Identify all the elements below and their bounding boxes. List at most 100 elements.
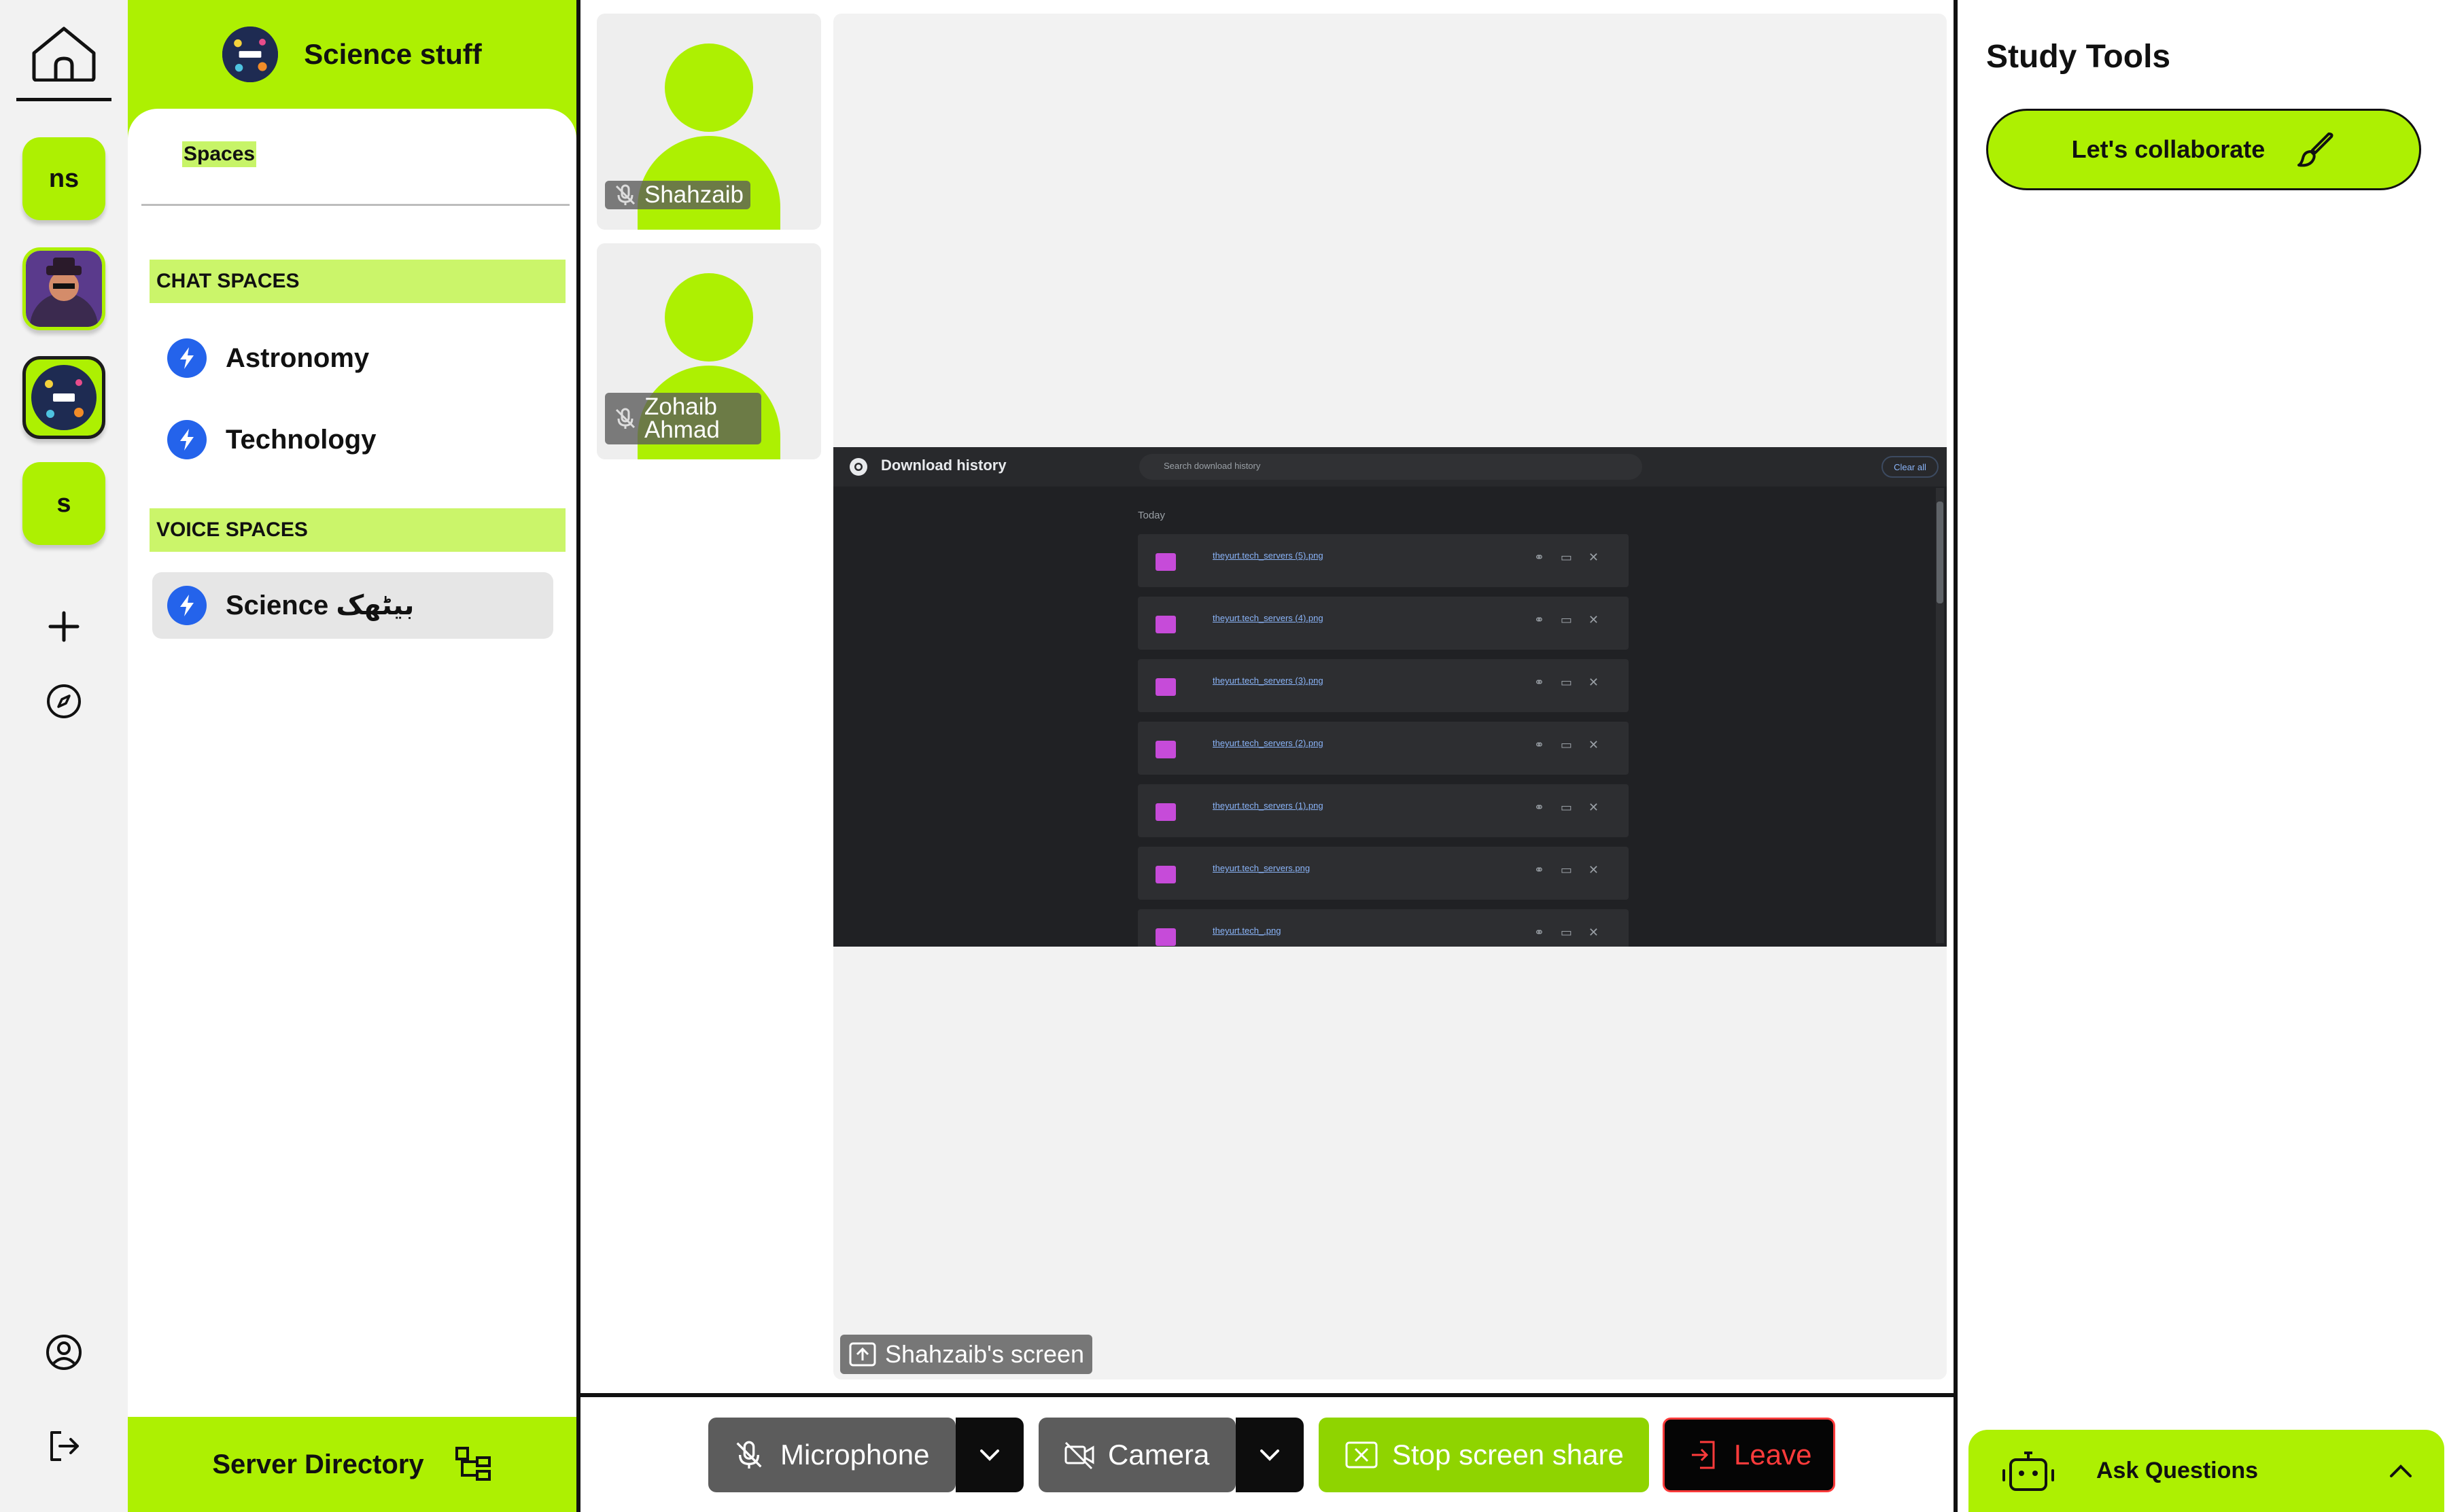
server-sidebar: Science stuff Spaces CHAT SPACES Astrono… bbox=[128, 0, 576, 1512]
share-window-title: Download history bbox=[881, 457, 1007, 474]
screen-owner-label: Shahzaib's screen bbox=[885, 1340, 1085, 1368]
image-file-icon bbox=[1156, 866, 1176, 883]
share-scrollbar bbox=[1936, 488, 1944, 943]
server-directory-button[interactable]: Server Directory bbox=[128, 1417, 576, 1512]
download-actions: ⚭▭✕ bbox=[1533, 801, 1615, 814]
avatar-head bbox=[665, 273, 753, 362]
ask-questions-label: Ask Questions bbox=[2096, 1458, 2259, 1483]
download-actions: ⚭▭✕ bbox=[1533, 926, 1615, 939]
mic-muted-icon bbox=[736, 1441, 762, 1469]
science-server-button[interactable] bbox=[22, 356, 105, 439]
chevron-down-icon bbox=[980, 1449, 999, 1461]
server-directory-label: Server Directory bbox=[212, 1449, 424, 1479]
screen-owner-tag: Shahzaib's screen bbox=[840, 1335, 1093, 1374]
microphone-options-button[interactable] bbox=[956, 1418, 1024, 1492]
collaborate-button[interactable]: Let's collaborate bbox=[1986, 109, 2421, 190]
screen-share-icon bbox=[849, 1342, 876, 1367]
bolt-icon bbox=[167, 420, 207, 459]
server-title: Science stuff bbox=[304, 38, 482, 70]
download-actions: ⚭▭✕ bbox=[1533, 550, 1615, 564]
channel-label: Science بیٹھک bbox=[226, 591, 415, 620]
camera-options-button[interactable] bbox=[1236, 1418, 1304, 1492]
participant-name: Shahzaib bbox=[644, 181, 744, 208]
download-filename: theyurt.tech_.png bbox=[1213, 926, 1281, 936]
download-filename: theyurt.tech_servers (5).png bbox=[1213, 550, 1323, 561]
download-actions: ⚭▭✕ bbox=[1533, 613, 1615, 627]
download-actions: ⚭▭✕ bbox=[1533, 738, 1615, 752]
server-ns-button[interactable]: ns bbox=[22, 137, 105, 220]
ask-questions-bar[interactable]: Ask Questions bbox=[1968, 1430, 2444, 1512]
divider bbox=[141, 204, 570, 206]
home-underline bbox=[16, 98, 111, 101]
download-row: theyurt.tech_servers (5).png ⚭▭✕ bbox=[1138, 534, 1629, 587]
camera-label: Camera bbox=[1108, 1439, 1210, 1471]
participant-tile[interactable]: Zohaib Ahmad bbox=[597, 243, 821, 459]
channel-label: Technology bbox=[226, 424, 377, 455]
image-file-icon bbox=[1156, 741, 1176, 758]
profile-icon[interactable] bbox=[44, 1332, 84, 1373]
voice-spaces-header: VOICE SPACES bbox=[150, 508, 566, 552]
server-header: Science stuff bbox=[128, 0, 576, 109]
download-row: theyurt.tech_servers.png ⚭▭✕ bbox=[1138, 847, 1629, 900]
robot-icon bbox=[2002, 1451, 2054, 1491]
chevron-up-icon[interactable] bbox=[2387, 1462, 2414, 1480]
bolt-icon bbox=[167, 586, 207, 625]
mic-muted-icon bbox=[615, 184, 636, 205]
image-file-icon bbox=[1156, 553, 1176, 571]
spaces-tab[interactable]: Spaces bbox=[182, 141, 257, 167]
server-avatar-button[interactable] bbox=[22, 247, 105, 330]
add-server-icon[interactable] bbox=[44, 606, 84, 647]
participant-name-tag: Zohaib Ahmad bbox=[605, 393, 761, 444]
participant-name-tag: Shahzaib bbox=[605, 181, 750, 209]
brush-icon bbox=[2297, 133, 2333, 167]
image-file-icon bbox=[1156, 928, 1176, 946]
leave-button[interactable]: Leave bbox=[1663, 1418, 1835, 1492]
study-tools-title: Study Tools bbox=[1986, 39, 2171, 75]
image-file-icon bbox=[1156, 616, 1176, 633]
share-toolbar: Download history Search download history… bbox=[833, 447, 1947, 487]
participant-tile[interactable]: Shahzaib bbox=[597, 14, 821, 230]
download-filename: theyurt.tech_servers.png bbox=[1213, 863, 1311, 873]
leave-icon bbox=[1692, 1441, 1715, 1469]
compass-icon[interactable] bbox=[44, 681, 84, 722]
server-s-button[interactable]: s bbox=[22, 462, 105, 545]
image-file-icon bbox=[1156, 803, 1176, 821]
download-filename: theyurt.tech_servers (2).png bbox=[1213, 738, 1323, 748]
call-area: Shahzaib Zohaib Ahmad Download history S… bbox=[576, 0, 1958, 1512]
chat-spaces-header: CHAT SPACES bbox=[150, 260, 566, 303]
image-file-icon bbox=[1156, 678, 1176, 696]
home-icon[interactable] bbox=[30, 23, 98, 82]
download-filename: theyurt.tech_servers (4).png bbox=[1213, 613, 1323, 623]
stop-share-label: Stop screen share bbox=[1392, 1439, 1624, 1471]
share-search-field: Search download history bbox=[1139, 454, 1642, 480]
voice-channel-science[interactable]: Science بیٹھک bbox=[152, 572, 553, 639]
share-clear-button: Clear all bbox=[1881, 456, 1939, 478]
server-rail: ns s bbox=[0, 0, 128, 1512]
camera-off-icon bbox=[1064, 1441, 1094, 1470]
hierarchy-icon bbox=[455, 1447, 491, 1481]
leave-label: Leave bbox=[1734, 1439, 1812, 1471]
avatar-head bbox=[665, 43, 753, 132]
chevron-down-icon bbox=[1260, 1449, 1279, 1461]
channel-label: Astronomy bbox=[226, 342, 370, 373]
share-section-label: Today bbox=[1138, 510, 1166, 521]
camera-button[interactable]: Camera bbox=[1039, 1418, 1236, 1492]
bolt-icon bbox=[167, 338, 207, 378]
logout-icon[interactable] bbox=[44, 1426, 84, 1466]
download-row: theyurt.tech_servers (2).png ⚭▭✕ bbox=[1138, 722, 1629, 775]
mic-muted-icon bbox=[615, 408, 636, 429]
server-avatar bbox=[222, 27, 279, 82]
study-tools-panel: Study Tools Let's collaborate Ask Questi… bbox=[1958, 0, 2447, 1512]
participant-name: Zohaib Ahmad bbox=[644, 393, 720, 443]
download-row: theyurt.tech_servers (1).png ⚭▭✕ bbox=[1138, 784, 1629, 837]
microphone-label: Microphone bbox=[780, 1439, 930, 1471]
stop-share-icon bbox=[1345, 1441, 1378, 1469]
server-panel: Spaces CHAT SPACES Astronomy Technology … bbox=[128, 109, 576, 1417]
screen-share-stage: Download history Search download history… bbox=[833, 14, 1947, 1379]
channel-astronomy[interactable]: Astronomy bbox=[152, 325, 553, 391]
channel-technology[interactable]: Technology bbox=[152, 406, 553, 473]
microphone-button[interactable]: Microphone bbox=[708, 1418, 956, 1492]
stop-screen-share-button[interactable]: Stop screen share bbox=[1319, 1418, 1649, 1492]
download-row: theyurt.tech_.png ⚭▭✕ bbox=[1138, 909, 1629, 947]
download-filename: theyurt.tech_servers (3).png bbox=[1213, 675, 1323, 686]
